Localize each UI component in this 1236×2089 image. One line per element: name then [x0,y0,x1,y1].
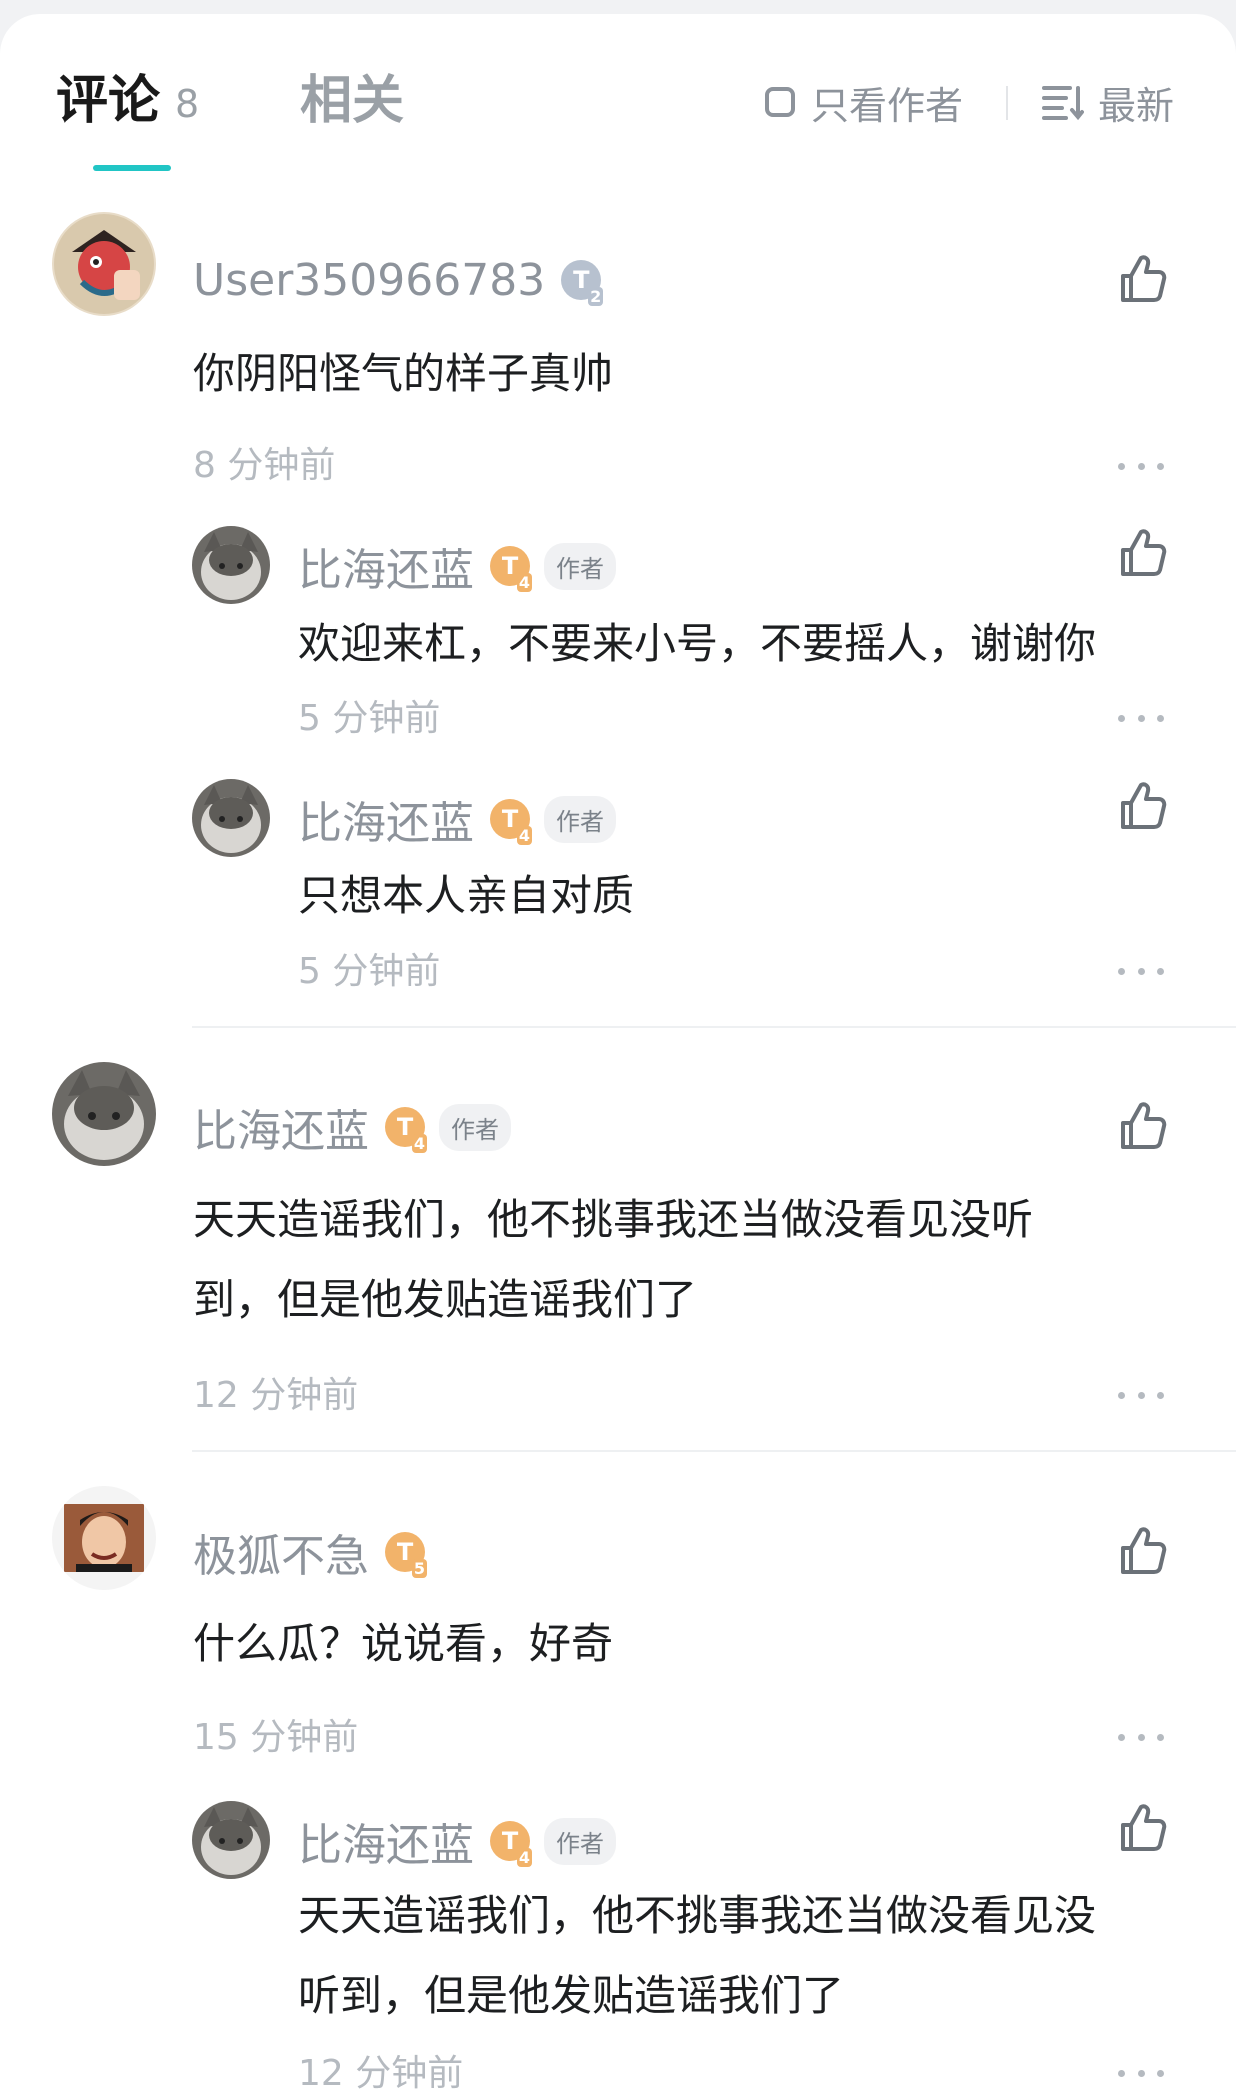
comment-text: 什么瓜？说说看，好奇 [193,1619,614,1668]
level-badge: T4 [490,799,532,845]
username[interactable]: 比海还蓝 [298,534,474,598]
avatar[interactable] [52,1486,156,1590]
timestamp: 5 分钟前 [298,951,441,992]
comment-text: 天天造谣我们，他不挑事我还当做没看见没听 到，但是他发贴造谣我们了 [193,1180,1033,1340]
timestamp: 8 分钟前 [193,445,336,486]
more-dots-icon[interactable] [1118,1730,1164,1744]
comment-divider [192,1450,1236,1452]
timestamp: 15 分钟前 [193,1717,359,1758]
header-divider [1006,86,1008,120]
thumbs-up-icon[interactable] [1115,1099,1169,1153]
comments-panel: 评论 8 相关 只看作者 最新 User350966783 T 2 你阴阳怪气的… [0,14,1236,2089]
avatar[interactable] [52,212,156,316]
timestamp: 12 分钟前 [298,2053,464,2089]
author-only-toggle[interactable]: 只看作者 [765,72,963,132]
comment-divider [192,1026,1236,1028]
author-tag: 作者 [544,1817,616,1865]
timestamp: 12 分钟前 [193,1375,359,1416]
level-badge: T4 [385,1107,427,1153]
reply-text: 欢迎来杠，不要来小号，不要摇人，谢谢你 [298,619,1097,668]
author-only-label: 只看作者 [811,83,964,128]
username[interactable]: 比海还蓝 [298,787,474,851]
active-tab-indicator [93,165,171,171]
comment-header: 比海还蓝 T4 作者 [193,1097,511,1157]
avatar[interactable] [192,779,270,857]
level-badge: T5 [385,1532,427,1578]
thumbs-up-icon[interactable] [1115,252,1169,306]
checkbox-icon[interactable] [765,87,795,117]
sort-button[interactable]: 最新 [1040,72,1174,132]
author-tag: 作者 [544,795,616,843]
tab-comments[interactable]: 评论 [56,66,160,136]
reply-header: 比海还蓝 T4 作者 [298,1811,616,1871]
reply-text: 只想本人亲自对质 [298,871,635,920]
sort-lines-icon [1042,86,1084,121]
timestamp: 5 分钟前 [298,698,441,739]
comment-header: User350966783 T2 [193,250,604,310]
author-tag: 作者 [439,1103,511,1151]
more-dots-icon[interactable] [1118,459,1164,473]
username[interactable]: 比海还蓝 [193,1095,369,1159]
level-badge: T4 [490,546,532,592]
more-dots-icon[interactable] [1118,964,1164,978]
author-tag: 作者 [544,542,616,590]
avatar[interactable] [52,1062,156,1166]
avatar[interactable] [192,526,270,604]
comment-text: 你阴阳怪气的样子真帅 [193,349,614,398]
more-dots-icon[interactable] [1118,1388,1164,1402]
comment-text-line: 天天造谣我们，他不挑事我还当做没看见没听 [193,1195,1034,1244]
comment-header: 极狐不急 T5 [193,1520,427,1584]
reply-header: 比海还蓝 T4 作者 [298,536,616,596]
level-badge: T2 [561,260,604,306]
comment-text-line: 到，但是他发贴造谣我们了 [193,1275,698,1324]
username[interactable]: 极狐不急 [193,1520,369,1584]
comment-tabs-header: 评论 8 相关 只看作者 最新 [0,14,1236,184]
thumbs-up-icon[interactable] [1115,1801,1169,1855]
tab-related[interactable]: 相关 [300,66,404,136]
avatar[interactable] [192,1801,270,1879]
reply-header: 比海还蓝 T4 作者 [298,789,616,849]
reply-text-line: 天天造谣我们，他不挑事我还当做没看见没 [298,1891,1097,1940]
thumbs-up-icon[interactable] [1115,1524,1169,1578]
thumbs-up-icon[interactable] [1115,526,1169,580]
thumbs-up-icon[interactable] [1115,779,1169,833]
level-badge: T4 [490,1821,532,1867]
reply-text-line: 听到，但是他发贴造谣我们了 [298,1971,845,2020]
comments-count: 8 [175,82,200,126]
reply-text: 天天造谣我们，他不挑事我还当做没看见没 听到，但是他发贴造谣我们了 [298,1876,1096,2036]
sort-label: 最新 [1098,83,1175,128]
username[interactable]: User350966783 [193,255,545,306]
more-dots-icon[interactable] [1118,2066,1164,2080]
more-dots-icon[interactable] [1118,711,1164,725]
username[interactable]: 比海还蓝 [298,1809,474,1873]
